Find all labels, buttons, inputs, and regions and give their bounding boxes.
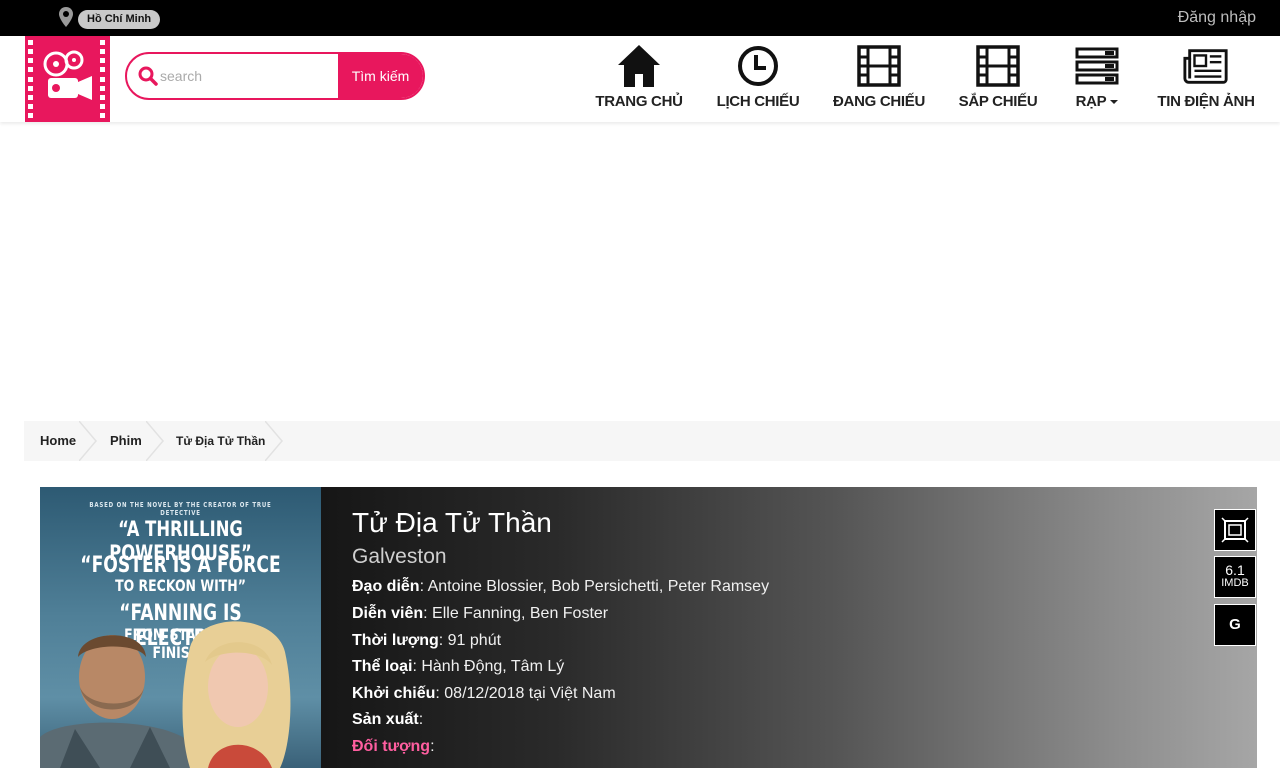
movie-audience: Đối tượng: [352, 738, 435, 755]
list-icon [1073, 43, 1121, 89]
field-label: Sản xuất [352, 711, 419, 728]
logo-film-strip-left [28, 40, 35, 118]
nav-movie-news-label: TIN ĐIỆN ẢNH [1157, 93, 1255, 110]
nav-movie-news[interactable]: TIN ĐIỆN ẢNH [1157, 36, 1255, 122]
search-box: Tìm kiếm [125, 52, 425, 100]
poster-quote: TO RECKON WITH” [115, 576, 246, 595]
poster-quote: “FOSTER IS A FORCE [80, 553, 281, 578]
movie-duration: Thời lượng: 91 phút [352, 632, 502, 649]
trailer-button[interactable] [1214, 509, 1256, 551]
site-logo[interactable] [25, 36, 110, 122]
field-label: Đối tượng [352, 738, 431, 755]
field-value: 08/12/2018 tại Việt Nam [444, 685, 616, 702]
movie-detail-panel: BASED ON THE NOVEL BY THE CREATOR OF TRU… [40, 487, 1257, 768]
projector-icon [43, 50, 92, 100]
location-pin-icon[interactable] [59, 7, 73, 27]
imdb-score: 6.1 [1225, 562, 1245, 578]
field-label: Thể loại [352, 658, 413, 675]
location-selector[interactable]: Hồ Chí Minh [78, 10, 161, 29]
breadcrumb-separator-icon [146, 421, 164, 461]
imdb-badge: 6.1 IMDB [1214, 556, 1256, 598]
poster-tagline: BASED ON THE NOVEL BY THE CREATOR OF TRU… [89, 501, 272, 517]
movie-info: Tử Địa Tử Thần Galveston Đạo diễn: Antoi… [321, 487, 1257, 768]
breadcrumb-separator-icon [79, 421, 97, 461]
movie-producer: Sản xuất: [352, 711, 424, 728]
nav-coming-soon[interactable]: SẮP CHIẾU [958, 36, 1038, 122]
imdb-label: IMDB [1221, 577, 1249, 589]
trailer-icon [1221, 517, 1249, 543]
field-label: Đạo diễn [352, 578, 420, 595]
movie-poster[interactable]: BASED ON THE NOVEL BY THE CREATOR OF TRU… [40, 487, 321, 768]
field-label: Khởi chiếu [352, 685, 436, 702]
breadcrumb: Home Phim Tử Địa Tử Thần [24, 421, 1280, 461]
movie-genre: Thể loại: Hành Động, Tâm Lý [352, 658, 565, 675]
top-bar: Hồ Chí Minh Đăng nhập [0, 0, 1280, 36]
main-header: Tìm kiếm TRANG CHỦ LỊCH CHIẾU [0, 36, 1280, 122]
search-icon [138, 66, 158, 86]
field-value: 91 phút [447, 632, 502, 649]
film-icon [855, 43, 903, 89]
nav-now-showing[interactable]: ĐANG CHIẾU [833, 36, 926, 122]
movie-title: Tử Địa Tử Thần [352, 507, 552, 538]
nav-cinemas[interactable]: RẠP [1072, 36, 1122, 122]
movie-director: Đạo diễn: Antoine Blossier, Bob Persiche… [352, 578, 770, 595]
clock-icon [734, 43, 782, 89]
nav-coming-soon-label: SẮP CHIẾU [958, 93, 1038, 110]
nav-now-showing-label: ĐANG CHIẾU [833, 93, 926, 110]
breadcrumb-separator-icon [265, 421, 283, 461]
field-value: Elle Fanning, Ben Foster [432, 605, 609, 622]
film-strip-icon [974, 43, 1022, 89]
search-button[interactable]: Tìm kiếm [338, 54, 423, 98]
age-rating-badge: G [1214, 604, 1256, 646]
field-label: Thời lượng [352, 632, 439, 649]
breadcrumb-current: Tử Địa Tử Thần [176, 434, 266, 448]
movie-original-title: Galveston [352, 545, 447, 568]
home-icon [615, 43, 663, 89]
movie-cast: Diễn viên: Elle Fanning, Ben Foster [352, 605, 609, 622]
breadcrumb-home[interactable]: Home [40, 421, 76, 461]
nav-showtimes[interactable]: LỊCH CHIẾU [716, 36, 800, 122]
nav-cinemas-label: RẠP [1076, 93, 1119, 110]
logo-film-strip-right [100, 40, 107, 118]
field-label: Diễn viên [352, 605, 424, 622]
breadcrumb-movies[interactable]: Phim [110, 421, 142, 461]
field-value: Antoine Blossier, Bob Persichetti, Peter… [427, 578, 770, 595]
newspaper-icon [1182, 43, 1230, 89]
field-value: Hành Động, Tâm Lý [421, 658, 565, 675]
login-link[interactable]: Đăng nhập [1178, 8, 1256, 28]
search-input[interactable] [160, 62, 338, 90]
nav-home[interactable]: TRANG CHỦ [595, 36, 683, 122]
nav-showtimes-label: LỊCH CHIẾU [716, 93, 800, 110]
nav-home-label: TRANG CHỦ [595, 93, 683, 110]
movie-release-date: Khởi chiếu: 08/12/2018 tại Việt Nam [352, 685, 616, 702]
poster-actors-image [40, 621, 291, 768]
chevron-down-icon [1110, 100, 1119, 105]
